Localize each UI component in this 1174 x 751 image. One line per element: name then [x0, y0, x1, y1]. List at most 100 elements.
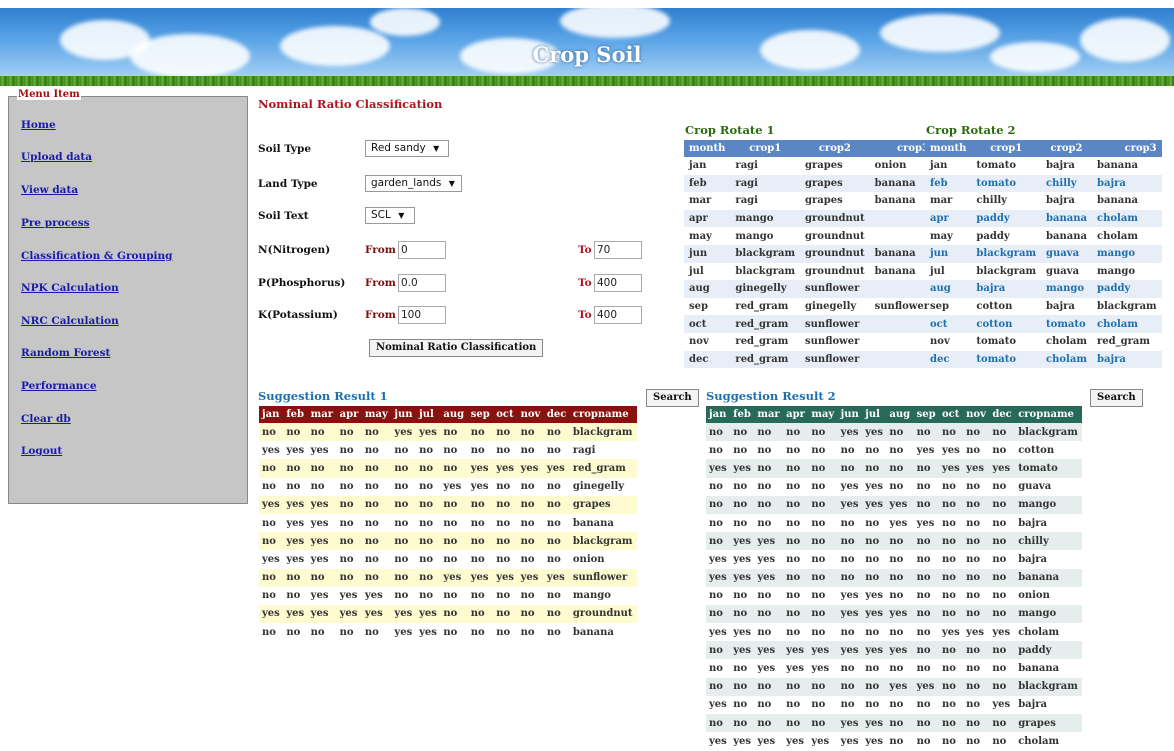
table-cell: no [339, 626, 354, 638]
table-cell: apr [684, 209, 731, 228]
column-header: sep [467, 406, 494, 423]
table-cell: tomato [1041, 315, 1093, 333]
table-cell: no [443, 444, 458, 456]
menu-link-nrc-calculation[interactable]: NRC Calculation [21, 315, 119, 327]
table-cell: no [546, 590, 561, 602]
header-banner: Crop Soil [0, 8, 1174, 86]
table-cell: no [443, 590, 458, 602]
table-cell: no [963, 714, 990, 733]
menu-link-view-data[interactable]: View data [21, 184, 78, 196]
table-cell: yes [416, 423, 441, 442]
table-cell: no [783, 714, 809, 733]
table-cell: banana [1041, 209, 1093, 228]
menu-link-pre-process[interactable]: Pre process [21, 217, 90, 229]
table-cell: no [283, 423, 308, 442]
table-cell: bajra [971, 280, 1042, 298]
table-cell: no [989, 641, 1016, 660]
table-cell: yes [543, 568, 570, 587]
table-row: aug bajra mango paddy [925, 280, 1162, 298]
menu-link-performance[interactable]: Performance [21, 380, 97, 392]
table-cell: no [546, 553, 561, 565]
table-cell: banana [1015, 568, 1082, 587]
table-cell: no [889, 444, 904, 456]
table-cell: no [259, 568, 284, 587]
table-cell: no [520, 626, 535, 638]
table-cell: yes [467, 459, 494, 478]
menu-link-npk-calculation[interactable]: NPK Calculation [21, 282, 119, 294]
table-cell: no [989, 532, 1016, 551]
table-cell: groundnut [569, 604, 637, 624]
table-cell: guava [1046, 265, 1080, 277]
table-cell: no [283, 459, 308, 478]
menu-link-upload-data[interactable]: Upload data [21, 151, 92, 163]
table-cell: yes [941, 444, 960, 456]
table-cell: sep [689, 301, 708, 313]
table-cell: no [496, 626, 511, 638]
menu-link-logout[interactable]: Logout [21, 445, 62, 457]
table-row: yes yes no no no no no no no yes yes yes tomato [706, 459, 1082, 478]
table-cell: yes [754, 568, 784, 587]
table-cell: no [913, 641, 939, 660]
nominal-ratio-classification-button[interactable]: Nominal Ratio Classification [369, 339, 544, 357]
menu-link-home[interactable]: Home [21, 119, 56, 131]
table-cell: no [786, 626, 801, 638]
land-type-select[interactable]: garden_lands ▼ [365, 175, 462, 192]
table-cell: yes [394, 626, 413, 638]
table-cell: no [938, 714, 964, 733]
table-cell: yes [886, 641, 914, 660]
table-cell: no [913, 459, 939, 478]
nitrogen-from-input[interactable]: 0 [398, 241, 446, 259]
table-cell: no [520, 481, 535, 493]
table-cell: red_gram [1097, 336, 1150, 348]
soil-type-select[interactable]: Red sandy ▼ [365, 140, 449, 157]
table-cell: yes [730, 532, 755, 551]
column-header: may [361, 406, 392, 423]
column-header: dec [543, 406, 570, 423]
table-cell: no [440, 532, 468, 551]
potassium-from-input[interactable]: 100 [398, 306, 446, 324]
potassium-to-input[interactable]: 400 [594, 306, 642, 324]
table-cell: no [517, 423, 544, 442]
table-cell: no [416, 495, 441, 514]
table-cell: yes [730, 459, 755, 478]
suggestion-2-header-row: jan feb mar apr may jun jul aug sep oct nov dec crop… [706, 406, 1082, 423]
table-cell: no [546, 626, 561, 638]
table-cell: no [364, 553, 379, 565]
table-cell: nov [689, 336, 709, 348]
table-cell: no [391, 568, 417, 587]
table-cell: paddy [976, 230, 1010, 242]
menu-link-clear-db[interactable]: Clear db [21, 413, 71, 425]
table-cell: no [862, 459, 887, 478]
table-cell: no [808, 568, 838, 587]
nitrogen-to-input[interactable]: 70 [594, 241, 642, 259]
search-button-2[interactable]: Search [1090, 389, 1143, 407]
phosphorus-from-input[interactable]: 0.0 [398, 274, 446, 292]
table-cell: bajra [1018, 699, 1048, 711]
table-cell: yes [916, 517, 935, 529]
table-cell: no [706, 677, 731, 696]
table-cell: cotton [976, 301, 1013, 313]
table-row: apr paddy banana cholam [925, 209, 1162, 228]
table-cell: no [889, 626, 904, 638]
column-header: aug [886, 406, 914, 423]
menu-link-classification-grouping[interactable]: Classification & Grouping [21, 250, 173, 262]
soil-text-select[interactable]: SCL ▼ [365, 207, 415, 224]
table-cell: cotton [971, 315, 1042, 333]
table-cell: no [709, 517, 723, 529]
phosphorus-to-input[interactable]: 400 [594, 274, 642, 292]
menu-link-random-forest[interactable]: Random Forest [21, 347, 110, 359]
table-row: no no yes yes yes no no no no no no no banana [706, 659, 1082, 677]
table-cell: yes [840, 590, 859, 602]
table-cell: dec [925, 350, 972, 369]
search-button-1[interactable]: Search [646, 389, 699, 407]
table-cell: yes [706, 568, 731, 587]
table-cell: yes [865, 590, 884, 602]
table-cell: no [840, 699, 855, 711]
table-cell: ragi [730, 174, 801, 193]
column-header: apr [783, 406, 809, 423]
table-cell: no [730, 677, 755, 696]
table-cell: no [989, 495, 1016, 514]
table-cell: no [496, 553, 511, 565]
table-cell: no [808, 677, 838, 696]
table-row: jun blackgram groundnut banana [684, 244, 935, 263]
